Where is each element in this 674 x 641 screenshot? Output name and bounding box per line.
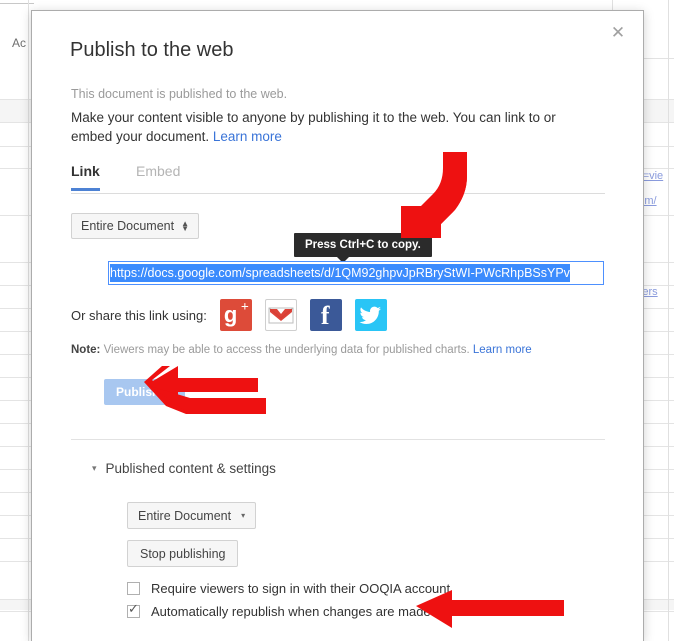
learn-more-link[interactable]: Learn more [213,129,282,144]
tab-bar: Link Embed [71,163,605,194]
publish-status-text: This document is published to the web. [71,87,288,101]
auto-republish-label: Automatically republish when changes are… [151,604,431,619]
require-signin-checkbox[interactable] [127,582,140,595]
gmail-envelope-glyph [268,307,294,324]
note-learn-more-link[interactable]: Learn more [473,344,532,356]
published-url-input[interactable]: https://docs.google.com/spreadsheets/d/1… [108,261,604,285]
twitter-bird-glyph [359,306,381,324]
up-down-arrows-icon: ▲ ▼ [181,219,190,233]
scope-select-value: Entire Document [81,219,175,233]
publish-to-web-dialog: ✕ Publish to the web This document is pu… [31,10,644,641]
auto-republish-checkbox[interactable] [127,602,140,618]
published-url-value: https://docs.google.com/spreadsheets/d/1… [110,264,570,282]
triangle-down-icon: ▾ [92,463,97,473]
require-signin-label: Require viewers to sign in with their OO… [151,581,451,596]
section-divider [71,439,605,440]
require-signin-checkbox-row[interactable]: Require viewers to sign in with their OO… [127,581,450,596]
description-text: Make your content visible to anyone by p… [71,110,556,144]
note-prefix: Note: [71,344,101,356]
close-icon[interactable]: ✕ [606,21,630,45]
page-title: Publish to the web [70,39,234,61]
chevron-down-icon: ▾ [241,511,246,520]
google-plus-plus-glyph: + [240,300,249,315]
copy-tooltip: Press Ctrl+C to copy. [294,233,432,263]
share-label: Or share this link using: [71,307,207,323]
tab-embed[interactable]: Embed [136,163,180,188]
sheet-col-line [668,0,669,641]
copy-tooltip-text: Press Ctrl+C to copy. [305,239,421,251]
published-content-settings-header[interactable]: ▾ Published content & settings [92,461,276,476]
auto-republish-checkbox-row[interactable]: Automatically republish when changes are… [127,602,431,619]
background-cell-text: Ac [12,36,27,50]
settings-scope-value: Entire Document [138,508,232,523]
scope-select[interactable]: Entire Document ▲ ▼ [71,213,200,239]
share-row: Or share this link using: g + f [71,299,387,331]
note-text: Viewers may be able to access the underl… [103,344,470,356]
facebook-f-glyph: f [320,301,330,330]
facebook-icon[interactable]: f [309,299,342,331]
gmail-icon[interactable] [264,299,297,331]
google-plus-icon[interactable]: g + [219,299,252,331]
twitter-icon[interactable] [354,299,387,331]
settings-scope-select[interactable]: Entire Document ▾ [127,502,257,529]
published-button[interactable]: Published [104,379,186,405]
dialog-description: Make your content visible to anyone by p… [71,108,571,146]
note-row: Note: Viewers may be able to access the … [71,344,532,356]
google-plus-g-glyph: g [223,302,238,327]
published-content-settings-label: Published content & settings [105,461,276,476]
stop-publishing-button[interactable]: Stop publishing [127,540,239,567]
sheet-col-line [28,0,29,641]
tab-link[interactable]: Link [71,163,100,191]
